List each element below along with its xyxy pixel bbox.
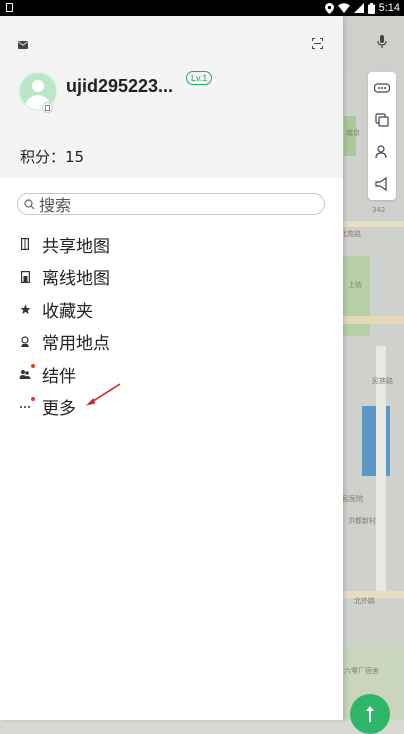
clock: 5:14 xyxy=(378,2,400,14)
star-icon xyxy=(18,302,32,316)
drawer-menu: 共享地图 离线地图 收藏夹 常用地点 结伴 更多 xyxy=(0,228,343,423)
username[interactable]: ujid295223... xyxy=(66,76,173,97)
map-label: 北苑路 xyxy=(340,230,361,238)
avatar-edit-badge xyxy=(42,102,53,113)
map-label: 民族路 xyxy=(372,377,393,385)
location-icon xyxy=(324,2,334,14)
scan-icon xyxy=(312,38,323,49)
microphone-icon xyxy=(377,35,387,48)
wifi-icon xyxy=(337,3,350,13)
person-icon xyxy=(375,145,387,159)
layers-icon xyxy=(375,113,389,127)
annotation-arrow-icon xyxy=(86,383,121,406)
status-bar: 5:14 xyxy=(0,0,404,16)
megaphone-icon xyxy=(375,177,387,191)
shared-map-icon xyxy=(18,237,32,251)
side-drawer: ujid295223... Lv.1 积分：15 搜索 共享地图 离线地图 收藏… xyxy=(0,16,343,720)
map-label: 六零厂宿舍 xyxy=(344,667,379,675)
map-toolbar xyxy=(368,72,396,200)
notification-dot xyxy=(31,396,35,401)
route-arrow-icon xyxy=(366,706,374,722)
map-label: 民医院 xyxy=(342,495,363,503)
menu-item-frequent-places[interactable]: 常用地点 xyxy=(0,326,343,359)
status-icons: 5:14 xyxy=(324,1,400,15)
search-icon xyxy=(24,198,35,210)
place-pin-icon xyxy=(18,335,32,349)
points-label[interactable]: 积分：15 xyxy=(20,146,84,167)
map-label: 上坊 xyxy=(348,281,362,289)
signal-icon xyxy=(353,3,364,13)
map-label: 北外路 xyxy=(354,597,375,605)
menu-item-more[interactable]: 更多 xyxy=(0,391,343,424)
more-icon xyxy=(18,396,35,414)
scan-button[interactable] xyxy=(312,34,323,53)
map-label: 南京 xyxy=(346,129,360,137)
search-input[interactable]: 搜索 xyxy=(17,193,325,215)
envelope-icon xyxy=(18,41,28,49)
menu-item-offline-map[interactable]: 离线地图 xyxy=(0,261,343,294)
road-icon xyxy=(374,83,390,93)
menu-item-companion[interactable]: 结伴 xyxy=(0,358,343,391)
message-button[interactable] xyxy=(18,34,28,53)
notification-dot xyxy=(31,364,35,369)
menu-item-shared-map[interactable]: 共享地图 xyxy=(0,228,343,261)
traffic-button[interactable] xyxy=(368,72,396,104)
offline-map-icon xyxy=(18,270,32,284)
battery-icon xyxy=(367,2,375,14)
broadcast-button[interactable] xyxy=(368,168,396,200)
drawer-header: ujid295223... Lv.1 积分：15 xyxy=(0,16,343,178)
notification-icon xyxy=(6,3,13,12)
level-badge[interactable]: Lv.1 xyxy=(186,71,213,85)
route-button[interactable] xyxy=(350,694,390,734)
companion-icon xyxy=(18,364,35,381)
search-placeholder: 搜索 xyxy=(39,196,72,215)
doc-icon xyxy=(45,104,50,111)
menu-item-favorites[interactable]: 收藏夹 xyxy=(0,293,343,326)
map-label: 342 xyxy=(372,206,386,214)
friends-button[interactable] xyxy=(368,136,396,168)
voice-search-button[interactable] xyxy=(368,28,396,56)
layers-button[interactable] xyxy=(368,104,396,136)
map-label: 洪都新村 xyxy=(348,517,376,525)
